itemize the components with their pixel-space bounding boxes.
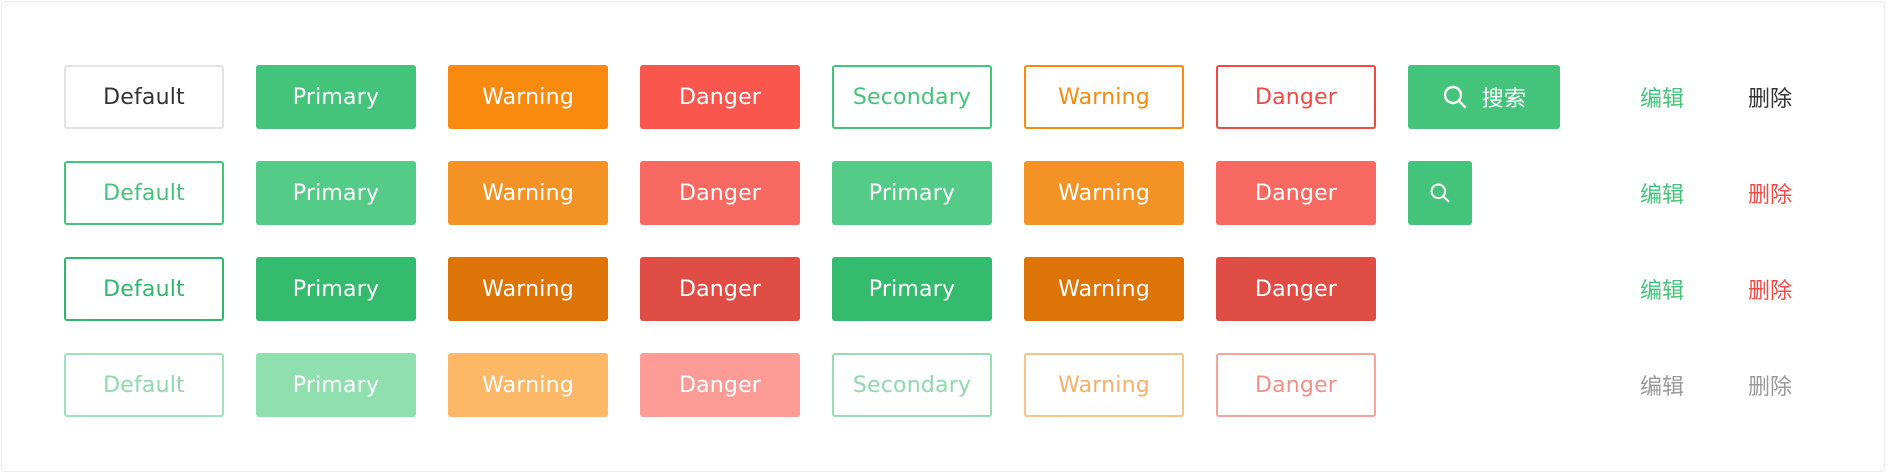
default-button[interactable]: Default xyxy=(64,257,224,321)
warning-button-disabled: Warning xyxy=(448,353,608,417)
warning-button[interactable]: Warning xyxy=(448,257,608,321)
default-button-disabled: Default xyxy=(64,353,224,417)
delete-link[interactable]: 删除 xyxy=(1748,65,1792,129)
default-button[interactable]: Default xyxy=(64,161,224,225)
primary-button[interactable]: Primary xyxy=(256,257,416,321)
button-row-normal: Default Primary Warning Danger Secondary… xyxy=(64,65,1824,129)
edit-link[interactable]: 编辑 xyxy=(1640,65,1684,129)
secondary-outline-button-disabled: Secondary xyxy=(832,353,992,417)
danger-button[interactable]: Danger xyxy=(640,257,800,321)
danger-button[interactable]: Danger xyxy=(640,65,800,129)
search-button[interactable]: 搜索 xyxy=(1408,65,1560,129)
delete-link[interactable]: 删除 xyxy=(1748,161,1792,225)
warning-button[interactable]: Warning xyxy=(448,65,608,129)
warning-outline-button[interactable]: Warning xyxy=(1024,65,1184,129)
warning-button[interactable]: Warning xyxy=(448,161,608,225)
danger-outline-button-disabled: Danger xyxy=(1216,353,1376,417)
warning-button[interactable]: Warning xyxy=(1024,161,1184,225)
primary-button[interactable]: Primary xyxy=(832,257,992,321)
search-icon xyxy=(1442,84,1468,110)
edit-link[interactable]: 编辑 xyxy=(1640,257,1684,321)
button-row-disabled: Default Primary Warning Danger Secondary… xyxy=(64,353,1824,417)
primary-button[interactable]: Primary xyxy=(832,161,992,225)
warning-outline-button-disabled: Warning xyxy=(1024,353,1184,417)
default-button[interactable]: Default xyxy=(64,65,224,129)
danger-button[interactable]: Danger xyxy=(1216,257,1376,321)
primary-button-disabled: Primary xyxy=(256,353,416,417)
danger-outline-button[interactable]: Danger xyxy=(1216,65,1376,129)
delete-link[interactable]: 删除 xyxy=(1748,257,1792,321)
search-icon-button[interactable] xyxy=(1408,161,1472,225)
danger-button[interactable]: Danger xyxy=(1216,161,1376,225)
warning-button[interactable]: Warning xyxy=(1024,257,1184,321)
button-showcase-panel: Default Primary Warning Danger Secondary… xyxy=(1,1,1885,472)
search-icon xyxy=(1429,182,1451,204)
delete-link-disabled: 删除 xyxy=(1748,375,1793,400)
danger-button[interactable]: Danger xyxy=(640,161,800,225)
edit-link-disabled: 编辑 xyxy=(1640,375,1685,400)
secondary-outline-button[interactable]: Secondary xyxy=(832,65,992,129)
button-row-active: Default Primary Warning Danger Primary W… xyxy=(64,257,1824,321)
danger-button-disabled: Danger xyxy=(640,353,800,417)
button-row-hover: Default Primary Warning Danger Primary W… xyxy=(64,161,1824,225)
primary-button[interactable]: Primary xyxy=(256,161,416,225)
primary-button[interactable]: Primary xyxy=(256,65,416,129)
edit-link[interactable]: 编辑 xyxy=(1640,161,1684,225)
search-button-label: 搜索 xyxy=(1481,87,1527,112)
